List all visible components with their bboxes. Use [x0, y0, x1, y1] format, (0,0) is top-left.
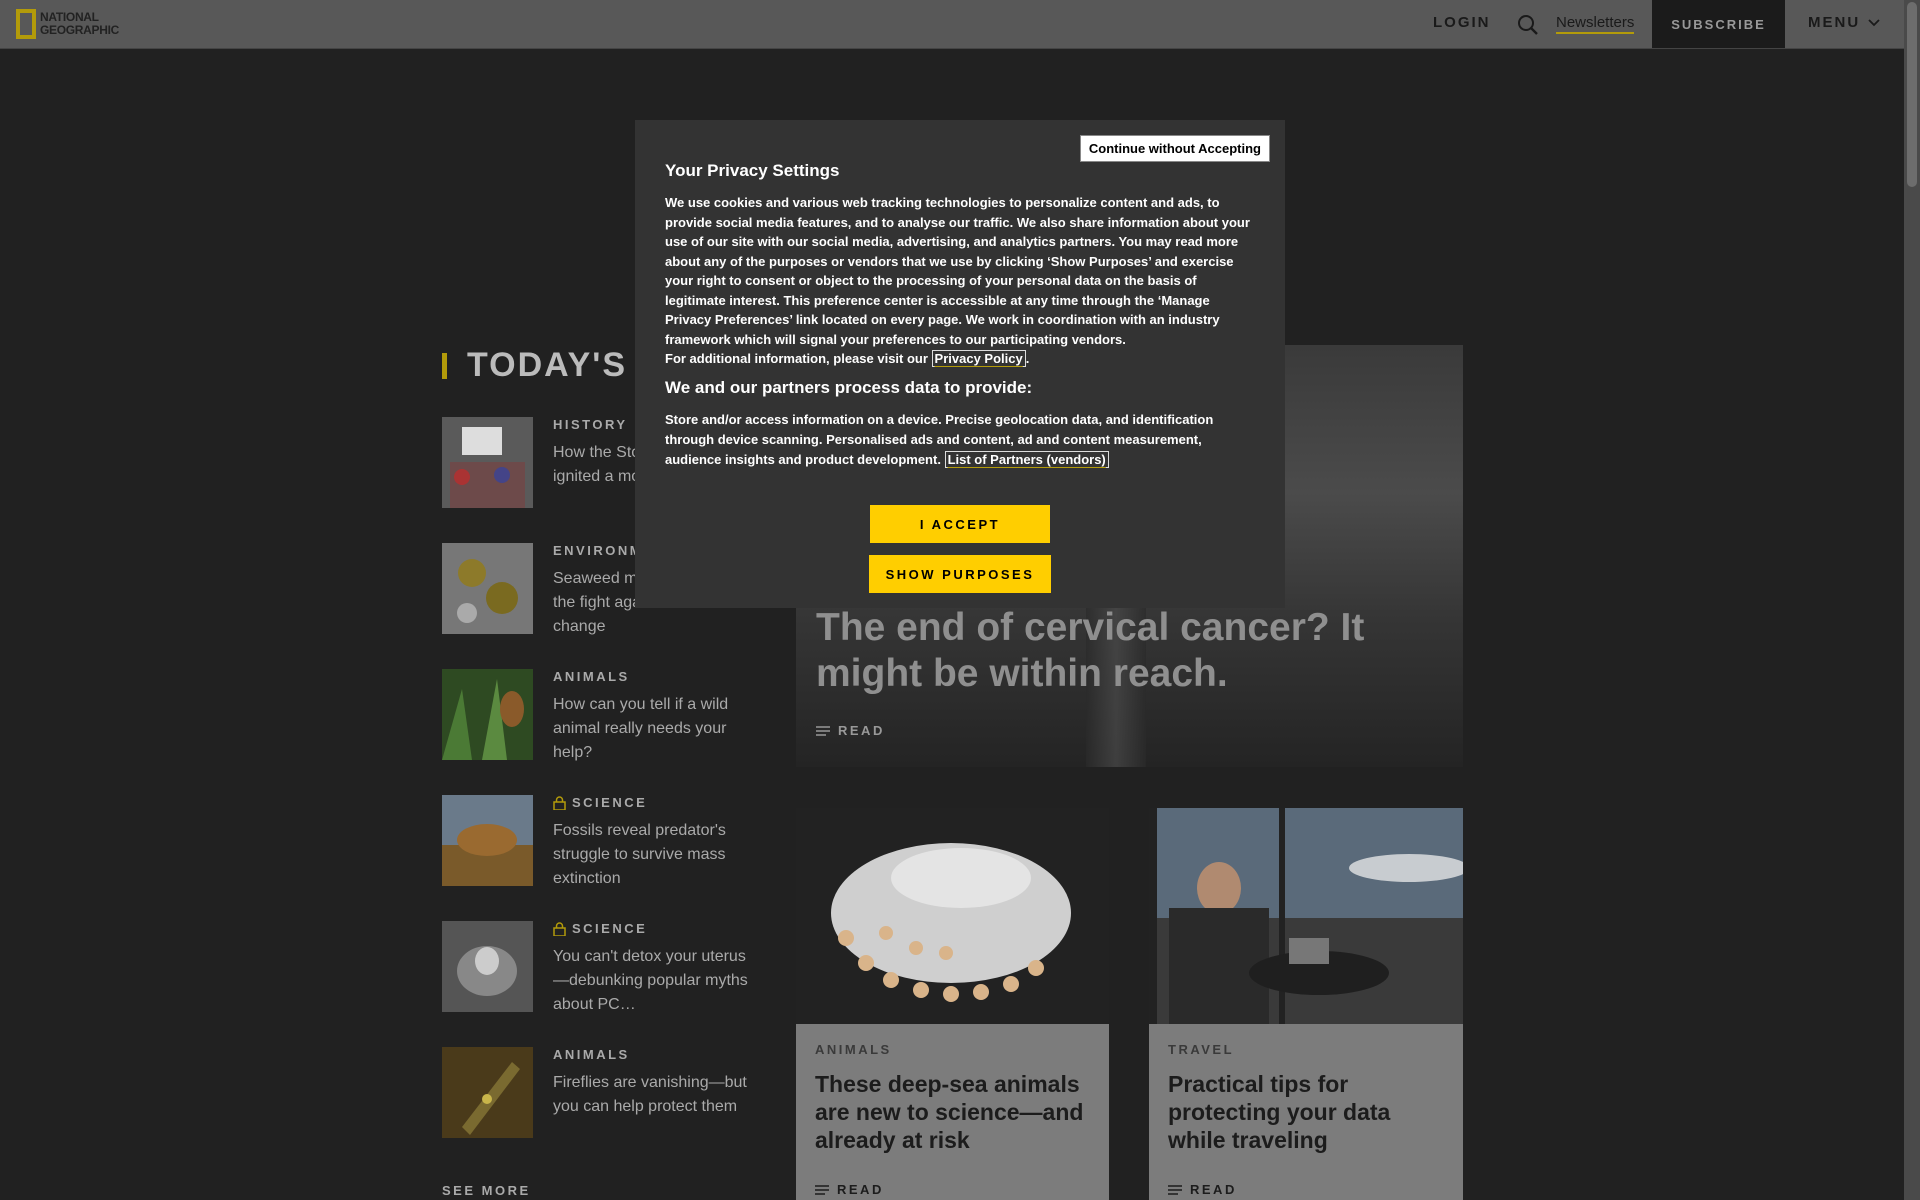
thumbnail-image: [442, 417, 533, 508]
list-item[interactable]: ANIMALS Fireflies are vanishing—but you …: [442, 1047, 762, 1147]
continue-without-accepting-button[interactable]: Continue without Accepting: [1079, 135, 1270, 162]
heading-accent-bar: [442, 352, 447, 379]
vendors-list-link[interactable]: List of Partners (vendors): [944, 451, 1109, 468]
search-icon[interactable]: [1517, 14, 1539, 36]
privacy-description: We use cookies and various web tracking …: [665, 195, 1250, 367]
item-title[interactable]: Fossils reveal predator's struggle to su…: [553, 819, 753, 891]
privacy-policy-link[interactable]: Privacy Policy: [931, 350, 1026, 367]
privacy-dialog-title: Your Privacy Settings: [665, 161, 840, 180]
card-title[interactable]: Practical tips for protecting your data …: [1168, 1070, 1448, 1154]
story-card[interactable]: ANIMALS These deep-sea animals are new t…: [796, 808, 1109, 1200]
thumbnail-image: [442, 1047, 533, 1138]
logo-yellow-border-icon: [16, 9, 36, 39]
card-read-label: READ: [837, 1182, 884, 1197]
list-item[interactable]: SCIENCE You can't detox your uterus—debu…: [442, 921, 762, 1021]
item-title[interactable]: You can't detox your uterus—debunking po…: [553, 945, 753, 1017]
subscribe-button[interactable]: SUBSCRIBE: [1652, 0, 1785, 48]
card-image-traveler-laptop: [1149, 808, 1463, 1024]
purposes-text: Store and/or access information on a dev…: [665, 412, 1214, 467]
partners-heading: We and our partners process data to prov…: [665, 378, 1033, 397]
purposes-list: Store and/or access information on a dev…: [665, 410, 1257, 470]
hero-read-label: READ: [838, 723, 885, 738]
read-lines-icon: [816, 725, 830, 736]
lock-icon: [553, 921, 566, 936]
privacy-dialog: Continue without Accepting Your Privacy …: [635, 120, 1285, 608]
chevron-down-icon: [1868, 18, 1880, 26]
thumbnail-image: [442, 543, 533, 634]
item-category: SCIENCE: [572, 921, 648, 936]
item-title[interactable]: Fireflies are vanishing—but you can help…: [553, 1071, 753, 1119]
list-item[interactable]: SCIENCE Fossils reveal predator's strugg…: [442, 795, 762, 895]
card-read-label: READ: [1190, 1182, 1237, 1197]
read-lines-icon: [815, 1184, 829, 1195]
lock-icon: [553, 795, 566, 810]
menu-label: MENU: [1808, 14, 1861, 31]
item-title[interactable]: How can you tell if a wild animal really…: [553, 693, 753, 765]
page-scrollbar[interactable]: [1904, 0, 1920, 1200]
show-purposes-button[interactable]: SHOW PURPOSES: [869, 555, 1051, 593]
item-category: ANIMALS: [553, 1047, 630, 1062]
card-image-deep-sea-animal: [796, 808, 1109, 1024]
privacy-body-text: We use cookies and various web tracking …: [665, 195, 1250, 347]
logo-line-2: GEOGRAPHIC: [40, 23, 120, 37]
list-item[interactable]: ANIMALS How can you tell if a wild anima…: [442, 669, 762, 769]
site-header: NATIONAL GEOGRAPHIC LOGIN Newsletters SU…: [0, 0, 1904, 49]
card-category: ANIMALS: [815, 1042, 892, 1057]
card-title[interactable]: These deep-sea animals are new to scienc…: [815, 1070, 1095, 1154]
read-lines-icon: [1168, 1184, 1182, 1195]
newsletters-link[interactable]: Newsletters: [1556, 14, 1635, 34]
item-category: SCIENCE: [572, 795, 648, 810]
see-more-link[interactable]: SEE MORE: [442, 1183, 531, 1198]
privacy-visit-text: For additional information, please visit…: [665, 351, 928, 366]
scrollbar-thumb[interactable]: [1907, 2, 1917, 187]
thumbnail-image: [442, 921, 533, 1012]
item-category: ANIMALS: [553, 669, 630, 684]
menu-button[interactable]: MENU: [1808, 14, 1880, 31]
natgeo-logo[interactable]: NATIONAL GEOGRAPHIC: [16, 8, 119, 40]
hero-title[interactable]: The end of cervical cancer? It might be …: [816, 605, 1376, 697]
story-card[interactable]: TRAVEL Practical tips for protecting you…: [1149, 808, 1463, 1200]
thumbnail-image: [442, 795, 533, 886]
accept-button[interactable]: I ACCEPT: [870, 505, 1050, 543]
todays-heading: TODAY'S: [442, 346, 627, 385]
item-category: HISTORY: [553, 417, 628, 432]
card-category: TRAVEL: [1168, 1042, 1235, 1057]
thumbnail-image: [442, 669, 533, 760]
login-link[interactable]: LOGIN: [1433, 14, 1491, 31]
